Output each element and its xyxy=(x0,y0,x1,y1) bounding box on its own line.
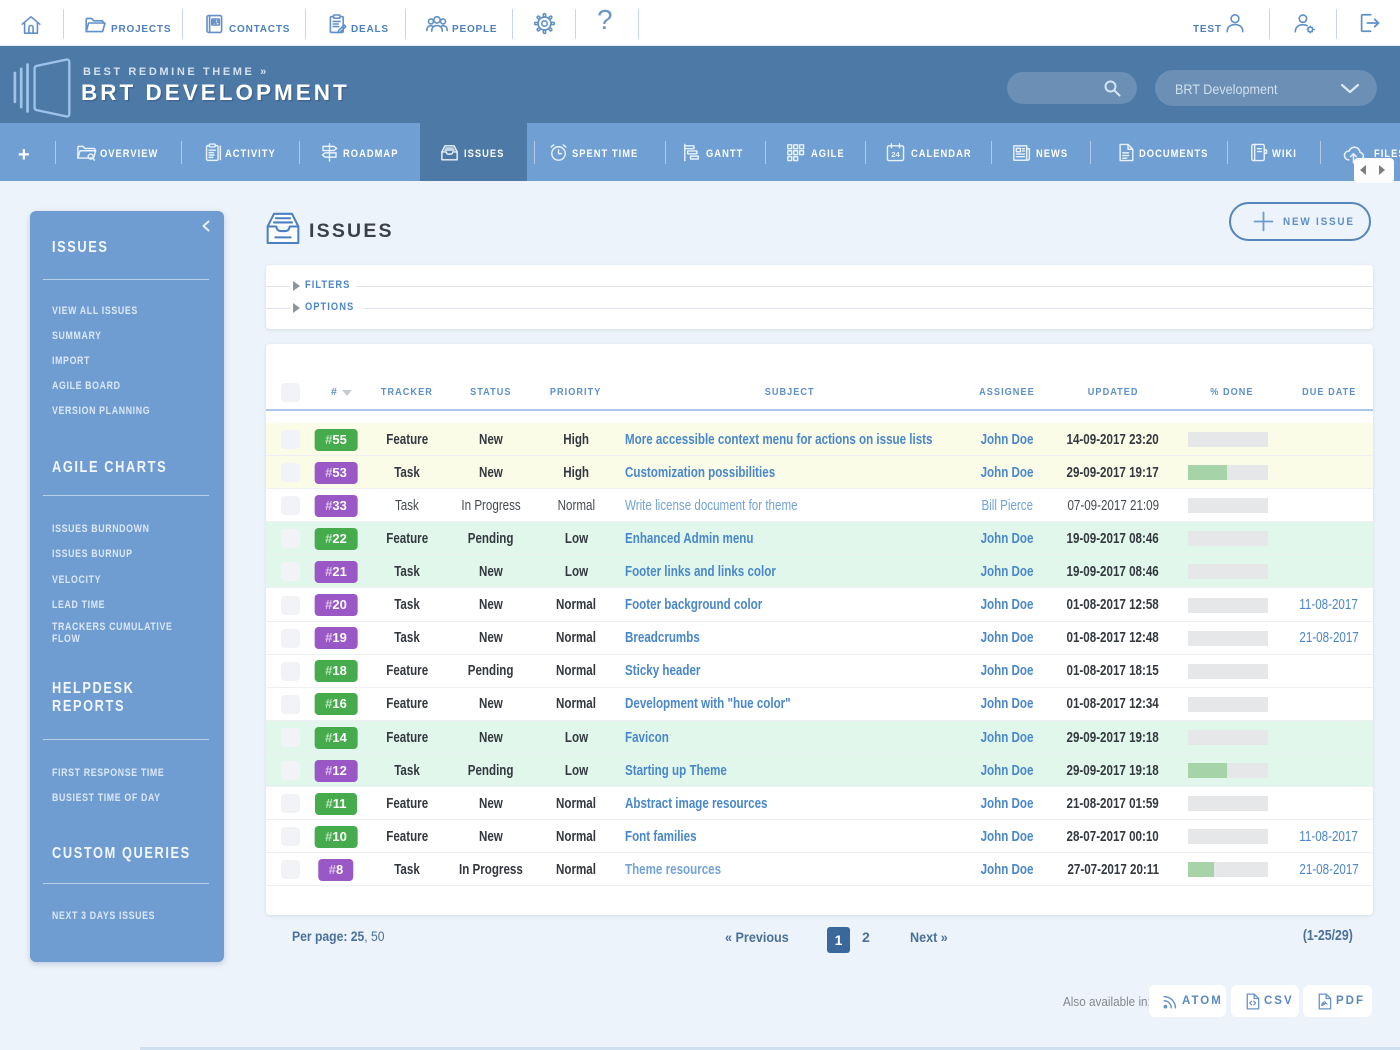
svg-text:24: 24 xyxy=(891,150,900,159)
